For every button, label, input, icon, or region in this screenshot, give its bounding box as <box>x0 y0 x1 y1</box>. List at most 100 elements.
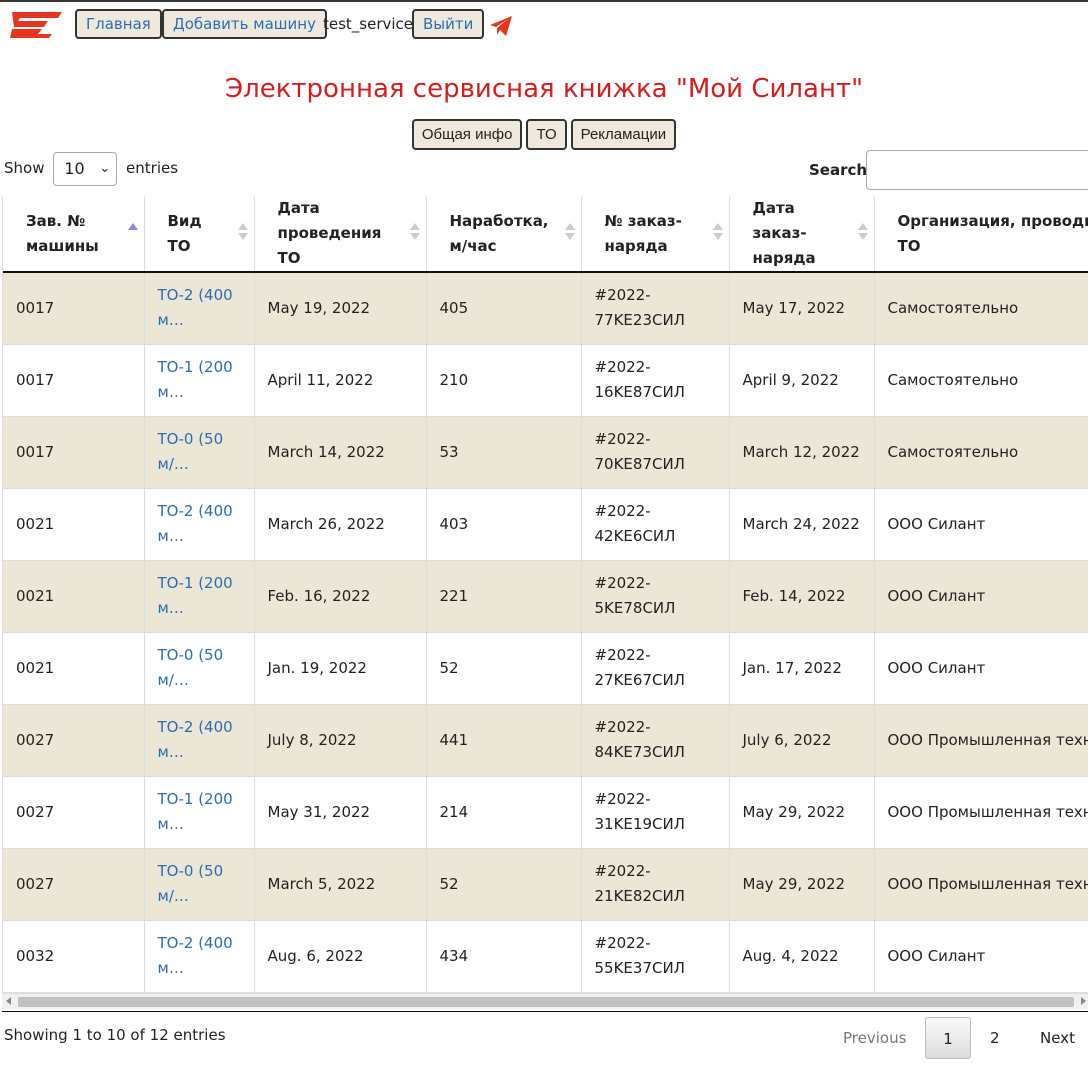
cell-order-number: #2022-16KE87СИЛ <box>581 344 730 417</box>
cell-hours: 405 <box>426 272 582 345</box>
table-row[interactable]: 0021 ТО-1 (200 м… Feb. 16, 2022 221 #2022-5K… <box>3 560 1088 633</box>
sort-icon <box>564 221 575 243</box>
page-title: Электронная сервисная книжка "Мой Силант… <box>224 74 864 104</box>
to-type-link[interactable]: ТО-2 (400 м… <box>158 718 233 761</box>
telegram-icon[interactable] <box>489 15 513 37</box>
cell-hours: 221 <box>426 560 582 633</box>
cell-serial: 0027 <box>3 848 145 921</box>
sort-icon <box>409 221 420 243</box>
pagination-previous[interactable]: Previous <box>843 1017 906 1059</box>
cell-order-number: #2022-77KE23СИЛ <box>581 272 730 345</box>
cell-order-date: July 6, 2022 <box>729 704 875 777</box>
to-type-link[interactable]: ТО-0 (50 м/… <box>158 646 224 689</box>
column-header-organization[interactable]: Организация, проводившая ТО <box>874 196 1088 273</box>
sort-icon <box>712 221 723 243</box>
pagination-page-2[interactable]: 2 <box>990 1017 1000 1059</box>
cell-organization: ООО Силант <box>874 920 1088 993</box>
to-type-link[interactable]: ТО-1 (200 м… <box>158 574 233 617</box>
cell-order-number: #2022-42KE6СИЛ <box>581 488 730 561</box>
cell-serial: 0021 <box>3 560 145 633</box>
table-row[interactable]: 0027 ТО-0 (50 м/… March 5, 2022 52 #2022-21K… <box>3 848 1088 921</box>
entries-select-value: 10 <box>64 158 85 178</box>
table-row[interactable]: 0017 ТО-0 (50 м/… March 14, 2022 53 #2022-70… <box>3 416 1088 489</box>
search-input[interactable] <box>866 150 1088 190</box>
cell-serial: 0017 <box>3 272 145 345</box>
column-header-order[interactable]: № заказ-наряда <box>581 196 730 273</box>
column-header-date[interactable]: Дата проведения ТО <box>254 196 427 273</box>
chevron-down-icon: ⌄ <box>99 160 111 176</box>
table-row[interactable]: 0017 ТО-1 (200 м… April 11, 2022 210 #2022-1… <box>3 344 1088 417</box>
column-header-order-date[interactable]: Дата заказ-наряда <box>729 196 875 273</box>
cell-order-date: March 12, 2022 <box>729 416 875 489</box>
cell-order-number: #2022-70KE87СИЛ <box>581 416 730 489</box>
horizontal-scrollbar[interactable] <box>2 993 1088 1009</box>
scrollbar-thumb[interactable] <box>18 997 1074 1007</box>
cell-hours: 52 <box>426 632 582 705</box>
cell-organization: ООО Силант <box>874 488 1088 561</box>
cell-organization: ООО Промышленная техника <box>874 848 1088 921</box>
logout-button[interactable]: Выйти <box>412 9 485 39</box>
table-scroll-container[interactable]: Зав. № машины Вид ТО Дата проведения ТО … <box>2 196 1088 993</box>
cell-serial: 0032 <box>3 920 145 993</box>
home-button[interactable]: Главная <box>75 9 162 39</box>
table-body: 0017 ТО-2 (400 м… May 19, 2022 405 #2022-77K… <box>3 272 1088 993</box>
cell-hours: 52 <box>426 848 582 921</box>
cell-to-type: ТО-0 (50 м/… <box>144 416 255 489</box>
column-header-serial[interactable]: Зав. № машины <box>3 196 145 273</box>
cell-date: Feb. 16, 2022 <box>254 560 427 633</box>
column-header-to-type[interactable]: Вид ТО <box>144 196 255 273</box>
cell-hours: 434 <box>426 920 582 993</box>
cell-organization: ООО Промышленная техника <box>874 704 1088 777</box>
cell-to-type: ТО-1 (200 м… <box>144 560 255 633</box>
sort-asc-icon <box>127 221 138 243</box>
cell-hours: 210 <box>426 344 582 417</box>
tab-general-info[interactable]: Общая инфо <box>411 119 523 150</box>
maintenance-table: Зав. № машины Вид ТО Дата проведения ТО … <box>3 196 1088 993</box>
cell-serial: 0021 <box>3 632 145 705</box>
show-label: Show <box>4 159 45 177</box>
table-row[interactable]: 0021 ТО-0 (50 м/… Jan. 19, 2022 52 #2022-27K… <box>3 632 1088 705</box>
to-type-link[interactable]: ТО-1 (200 м… <box>158 358 233 401</box>
cell-hours: 441 <box>426 704 582 777</box>
to-type-link[interactable]: ТО-2 (400 м… <box>158 934 233 977</box>
cell-hours: 53 <box>426 416 582 489</box>
cell-date: Jan. 19, 2022 <box>254 632 427 705</box>
cell-order-number: #2022-5KE78СИЛ <box>581 560 730 633</box>
to-type-link[interactable]: ТО-2 (400 м… <box>158 286 233 329</box>
search-label: Search: <box>809 161 874 179</box>
cell-organization: Самостоятельно <box>874 416 1088 489</box>
pagination-next[interactable]: Next <box>1040 1017 1075 1059</box>
cell-order-date: Jan. 17, 2022 <box>729 632 875 705</box>
cell-serial: 0027 <box>3 776 145 849</box>
cell-date: May 31, 2022 <box>254 776 427 849</box>
tab-maintenance[interactable]: ТО <box>526 119 567 150</box>
to-type-link[interactable]: ТО-2 (400 м… <box>158 502 233 545</box>
scroll-right-icon[interactable] <box>1081 997 1086 1005</box>
tab-claims[interactable]: Рекламации <box>570 119 677 150</box>
cell-order-date: Feb. 14, 2022 <box>729 560 875 633</box>
table-row[interactable]: 0027 ТО-1 (200 м… May 31, 2022 214 #2022-31K… <box>3 776 1088 849</box>
table-row[interactable]: 0027 ТО-2 (400 м… July 8, 2022 441 #2022-84K… <box>3 704 1088 777</box>
sort-icon <box>857 221 868 243</box>
cell-to-type: ТО-2 (400 м… <box>144 704 255 777</box>
table-row[interactable]: 0021 ТО-2 (400 м… March 26, 2022 403 #2022-4… <box>3 488 1088 561</box>
pagination-page-1[interactable]: 1 <box>925 1017 971 1059</box>
cell-date: May 19, 2022 <box>254 272 427 345</box>
entries-select[interactable]: 10 ⌄ <box>53 151 118 186</box>
to-type-link[interactable]: ТО-1 (200 м… <box>158 790 233 833</box>
add-car-button[interactable]: Добавить машину <box>162 9 327 39</box>
silant-logo-icon[interactable] <box>8 10 64 40</box>
entries-label: entries <box>126 159 179 177</box>
scroll-left-icon[interactable] <box>6 997 11 1005</box>
cell-date: March 5, 2022 <box>254 848 427 921</box>
to-type-link[interactable]: ТО-0 (50 м/… <box>158 430 224 473</box>
table-row[interactable]: 0017 ТО-2 (400 м… May 19, 2022 405 #2022-77K… <box>3 272 1088 345</box>
table-row[interactable]: 0032 ТО-2 (400 м… Aug. 6, 2022 434 #2022-55K… <box>3 920 1088 993</box>
to-type-link[interactable]: ТО-0 (50 м/… <box>158 862 224 905</box>
cell-organization: ООО Промышленная техника <box>874 776 1088 849</box>
column-header-hours[interactable]: Наработка, м/час <box>426 196 582 273</box>
cell-order-date: April 9, 2022 <box>729 344 875 417</box>
section-tabs: Общая инфо ТО Рекламации <box>0 119 1088 150</box>
cell-order-date: May 29, 2022 <box>729 848 875 921</box>
cell-organization: ООО Силант <box>874 560 1088 633</box>
